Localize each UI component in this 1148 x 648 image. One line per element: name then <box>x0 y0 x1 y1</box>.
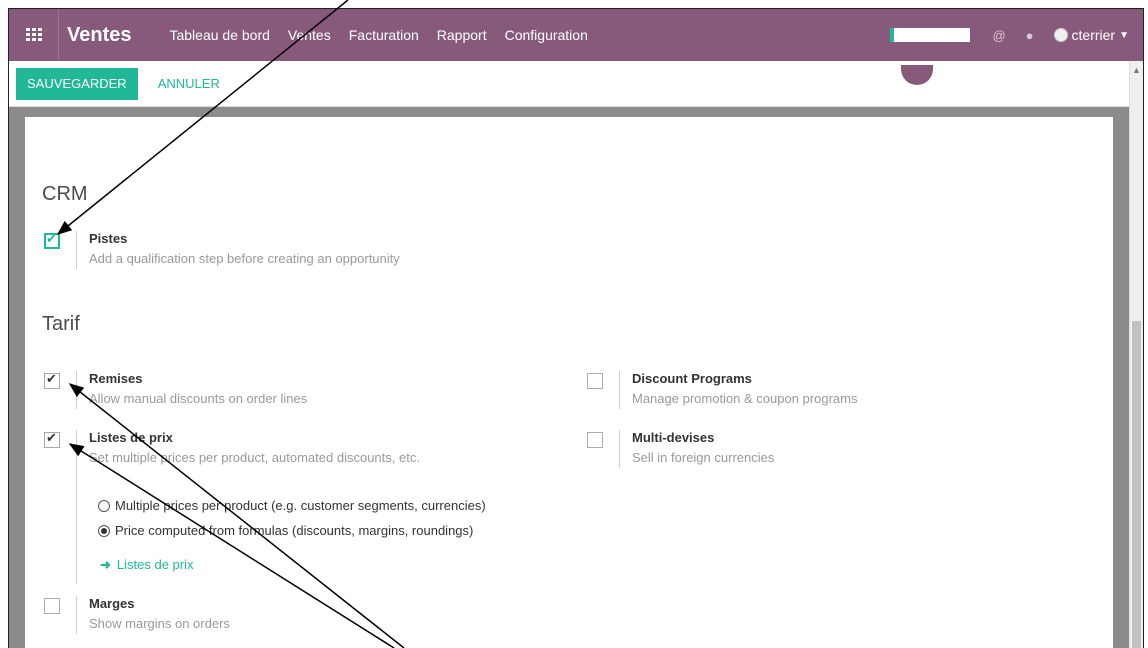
listes-de-prix-link-label: Listes de prix <box>116 557 194 572</box>
radio-multiple-prices[interactable]: Multiple prices per product (e.g. custom… <box>98 498 486 513</box>
pistes-desc: Add a qualification step before creating… <box>89 251 400 266</box>
multi-devises-label: Multi-devises <box>632 430 715 445</box>
scrollbar-thumb[interactable] <box>1132 321 1141 648</box>
radio-multiple-prices-label: Multiple prices per product (e.g. custom… <box>115 498 486 513</box>
radio-formula-prices[interactable]: Price computed from formulas (discounts,… <box>98 523 473 538</box>
setting-multi-devises: Multi-devises Sell in foreign currencies <box>587 430 774 468</box>
radio-button-selected[interactable] <box>98 524 110 537</box>
multi-devises-checkbox[interactable] <box>587 432 603 448</box>
divider <box>76 430 77 584</box>
scrollbar[interactable]: ▲ <box>1129 61 1143 648</box>
check-icon: ✔ <box>46 371 57 386</box>
menu-ventes[interactable]: Ventes <box>288 27 331 43</box>
multi-devises-desc: Sell in foreign currencies <box>632 450 775 465</box>
divider <box>76 231 77 269</box>
divider <box>76 371 77 409</box>
top-navbar: Ventes Tableau de bord Ventes Facturatio… <box>9 9 1143 61</box>
progress-bar <box>890 28 971 42</box>
divider <box>619 371 620 409</box>
remises-desc: Allow manual discounts on order lines <box>89 391 308 406</box>
scroll-up-icon[interactable]: ▲ <box>1132 65 1141 75</box>
avatar <box>1053 28 1068 42</box>
check-icon: ✔ <box>46 430 57 445</box>
progress-fill <box>890 28 895 42</box>
radio-button[interactable] <box>98 499 110 512</box>
listes-de-prix-label: Listes de prix <box>89 430 173 445</box>
marges-desc: Show margins on orders <box>89 616 230 631</box>
control-panel: SAUVEGARDER ANNULER <box>9 61 1143 107</box>
check-icon: ✔ <box>46 231 57 246</box>
divider <box>76 596 77 634</box>
setting-discount-programs: Discount Programs Manage promotion & cou… <box>587 371 857 409</box>
listes-de-prix-desc: Set multiple prices per product, automat… <box>89 450 420 465</box>
discount-programs-label: Discount Programs <box>632 371 752 386</box>
save-button[interactable]: SAUVEGARDER <box>16 67 138 100</box>
remises-checkbox[interactable]: ✔ <box>44 371 60 389</box>
setting-pistes: ✔ Pistes Add a qualification step before… <box>44 231 400 269</box>
marges-label: Marges <box>89 596 135 611</box>
caret-down-icon: ▼ <box>1119 29 1129 41</box>
settings-sheet: CRM ✔ Pistes Add a qualification step be… <box>25 117 1113 648</box>
radio-formula-prices-label: Price computed from formulas (discounts,… <box>115 523 474 538</box>
listes-de-prix-link[interactable]: ➜ Listes de prix <box>100 557 194 573</box>
app-title: Ventes <box>67 23 132 46</box>
menu-rapport[interactable]: Rapport <box>437 27 487 43</box>
pistes-label: Pistes <box>89 231 128 246</box>
app-window: Ventes Tableau de bord Ventes Facturatio… <box>8 8 1144 648</box>
discount-programs-desc: Manage promotion & coupon programs <box>632 391 858 406</box>
arrow-right-icon: ➜ <box>100 557 111 572</box>
setting-remises: ✔ Remises Allow manual discounts on orde… <box>44 371 307 409</box>
user-name: cterrier <box>1071 27 1116 43</box>
listes-de-prix-checkbox[interactable]: ✔ <box>44 430 60 448</box>
marges-checkbox[interactable] <box>44 598 60 614</box>
section-title-tarif: Tarif <box>42 313 80 335</box>
setting-marges: Marges Show margins on orders <box>44 596 230 634</box>
main-menu: Tableau de bord Ventes Facturation Rappo… <box>169 27 605 43</box>
user-menu[interactable]: cterrier ▼ <box>1053 27 1129 43</box>
pistes-checkbox[interactable]: ✔ <box>44 231 60 249</box>
remises-label: Remises <box>89 371 143 386</box>
divider <box>619 430 620 468</box>
at-icon[interactable]: @ <box>992 28 1005 43</box>
menu-facturation[interactable]: Facturation <box>349 27 419 43</box>
menu-configuration[interactable]: Configuration <box>505 27 588 43</box>
chat-icon[interactable]: ● <box>1026 28 1034 43</box>
section-title-crm: CRM <box>42 183 88 205</box>
menu-tableau-de-bord[interactable]: Tableau de bord <box>169 27 269 43</box>
apps-menu-icon[interactable] <box>9 9 59 61</box>
discount-programs-checkbox[interactable] <box>587 373 603 389</box>
cancel-button[interactable]: ANNULER <box>158 76 220 91</box>
